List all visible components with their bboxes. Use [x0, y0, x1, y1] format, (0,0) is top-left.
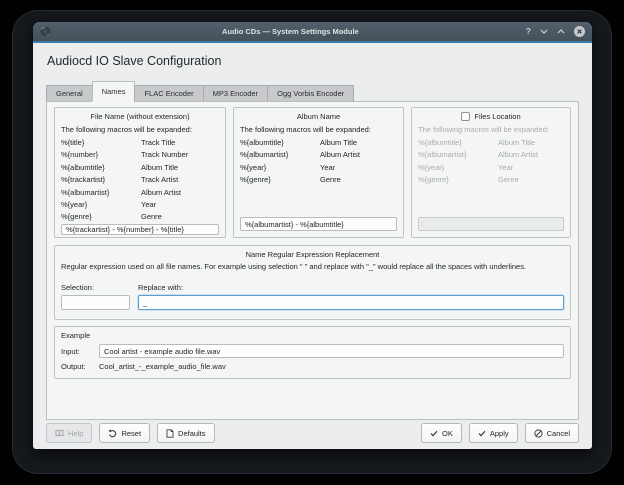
dialog-button-bar: Help Reset Defaults OK — [46, 420, 579, 449]
example-output-value: Cool_artist_-_example_audio_file.wav — [99, 362, 226, 371]
reset-button[interactable]: Reset — [99, 423, 150, 443]
undo-arrow-icon — [108, 429, 117, 438]
macro-row: %{albumartist}Album Artist — [418, 149, 564, 161]
titlebar-help-button[interactable]: ? — [526, 27, 531, 36]
example-group-title: Example — [61, 331, 564, 340]
help-button[interactable]: Help — [46, 423, 92, 443]
example-input-label: Input: — [61, 347, 99, 356]
document-revert-icon — [166, 429, 174, 438]
album-name-groupbox: Album Name The following macros will be … — [233, 107, 404, 238]
ok-button[interactable]: OK — [421, 423, 462, 443]
macro-row: %{trackartist}Track Artist — [61, 174, 219, 186]
cancel-button[interactable]: Cancel — [525, 423, 579, 443]
minimize-icon[interactable] — [540, 29, 548, 34]
tab-mp3-encoder[interactable]: MP3 Encoder — [203, 85, 268, 102]
circle-slash-icon — [534, 429, 543, 438]
page-title: Audiocd IO Slave Configuration — [47, 54, 579, 68]
titlebar[interactable]: Audio CDs — System Settings Module ? — [33, 22, 592, 41]
macro-row: %{year}Year — [418, 162, 564, 174]
audio-cd-icon — [40, 26, 51, 37]
maximize-icon[interactable] — [557, 29, 565, 34]
macro-row: %{albumtitle}Album Title — [61, 162, 219, 174]
macro-row: %{albumartist}Album Artist — [61, 187, 219, 199]
macro-row: %{year}Year — [61, 199, 219, 211]
example-output-label: Output: — [61, 362, 99, 371]
macro-row: %{genre}Genre — [418, 174, 564, 186]
macro-row: %{title}Track Title — [61, 137, 219, 149]
selection-label: Selection: — [61, 283, 138, 292]
example-input-field[interactable] — [99, 344, 564, 358]
regex-replacement-groupbox: Name Regular Expression Replacement Regu… — [54, 245, 571, 320]
macro-row: %{albumartist}Album Artist — [240, 149, 397, 161]
replace-with-label: Replace with: — [138, 283, 183, 292]
macro-row: %{number}Track Number — [61, 149, 219, 161]
regex-group-title: Name Regular Expression Replacement — [61, 250, 564, 259]
album-name-pattern-input[interactable] — [240, 217, 397, 231]
book-icon — [55, 429, 64, 437]
macros-hint: The following macros will be expanded: — [61, 124, 219, 136]
macro-row: %{albumtitle}Album Title — [418, 137, 564, 149]
tab-general[interactable]: General — [46, 85, 93, 102]
tab-flac-encoder[interactable]: FLAC Encoder — [134, 85, 203, 102]
screenshot-stage: Audio CDs — System Settings Module ? Aud… — [0, 0, 624, 485]
macro-row: %{genre}Genre — [61, 211, 219, 223]
example-groupbox: Example Input: Output: Cool_artist_-_exa… — [54, 326, 571, 379]
apply-button[interactable]: Apply — [469, 423, 518, 443]
files-location-pattern-input — [418, 217, 564, 231]
system-settings-window: Audio CDs — System Settings Module ? Aud… — [33, 22, 592, 449]
album-name-group-title: Album Name — [240, 112, 397, 121]
macros-hint: The following macros will be expanded: — [240, 124, 397, 136]
files-location-group-title[interactable]: Files Location — [474, 112, 520, 121]
file-name-groupbox: File Name (without extension) The follow… — [54, 107, 226, 238]
regex-description: Regular expression used on all file name… — [61, 262, 564, 271]
macro-row: %{year}Year — [240, 162, 397, 174]
tab-ogg-vorbis-encoder[interactable]: Ogg Vorbis Encoder — [267, 85, 354, 102]
tab-bar: General Names FLAC Encoder MP3 Encoder O… — [46, 81, 579, 102]
check-icon — [430, 430, 438, 437]
replace-with-input[interactable] — [138, 295, 564, 310]
file-name-group-title: File Name (without extension) — [61, 112, 219, 121]
selection-input[interactable] — [61, 295, 130, 310]
macro-row: %{genre}Genre — [240, 174, 397, 186]
macro-row: %{albumtitle}Album Title — [240, 137, 397, 149]
file-name-pattern-input[interactable] — [61, 224, 219, 235]
files-location-groupbox: Files Location The following macros will… — [411, 107, 571, 238]
window-title: Audio CDs — System Settings Module — [55, 27, 526, 36]
tab-names[interactable]: Names — [92, 81, 136, 102]
macros-hint: The following macros will be expanded: — [418, 124, 564, 136]
check-icon — [478, 430, 486, 437]
files-location-checkbox[interactable] — [461, 112, 470, 121]
defaults-button[interactable]: Defaults — [157, 423, 215, 443]
names-tab-pane: File Name (without extension) The follow… — [46, 101, 579, 420]
close-icon[interactable] — [574, 26, 585, 37]
